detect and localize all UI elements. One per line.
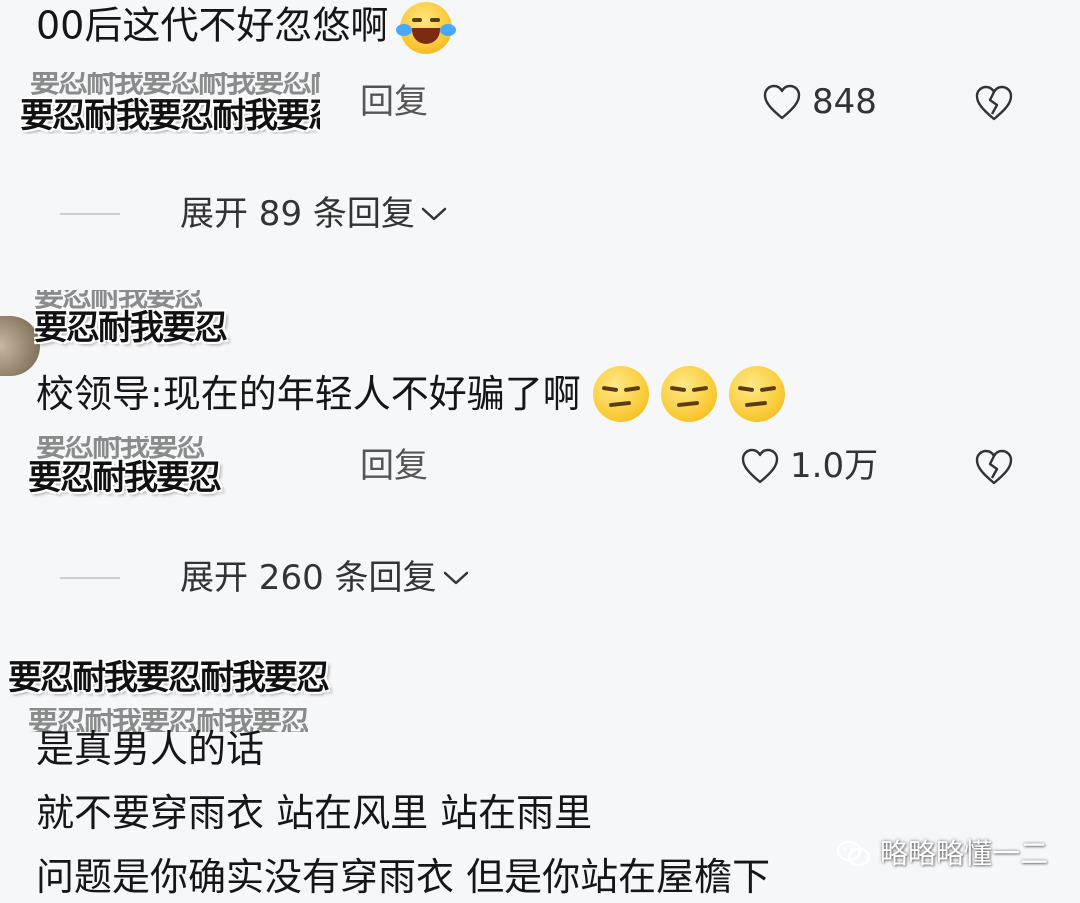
smirk-emoji-icon [592,366,649,422]
comment-1-expand-replies[interactable]: 展开 89 条回复 [60,194,449,234]
comment-1-dislike-broken-heart-icon[interactable] [974,84,1014,122]
comment-2-username-repeat[interactable]: 要忍耐我要忍 要忍耐我要忍 [28,436,328,498]
username-sticker: 要忍耐我要忍 [34,308,228,348]
comment-1-body: 00后这代不好忽悠啊 [36,3,389,48]
comment-2-body: 校领导:现在的年轻人不好骗了啊 [36,372,581,416]
comment-1-username[interactable]: 要忍耐我要忍耐我要忍耐 要忍耐我要忍耐我要忍耐 [20,72,320,134]
watermark: 略略略懂一二 [836,838,1048,870]
expand-replies-label: 展开 260 条回复 [180,558,437,598]
heart-icon [741,448,779,484]
wechat-icon [836,840,871,867]
expand-divider [60,213,120,215]
comment-2-username[interactable]: 要忍耐我要忍 要忍耐我要忍 [34,290,280,354]
comment-1-like-button[interactable]: 848 [762,82,877,122]
heart-icon [763,84,801,120]
comment-1-like-count: 848 [812,82,877,122]
watermark-text: 略略略懂一二 [880,837,1049,870]
comment-3-line-1: 是真男人的话 [36,727,265,771]
comment-2-expand-replies[interactable]: 展开 260 条回复 [60,558,471,598]
smirk-emoji-icon [660,366,717,422]
username-sticker: 要忍耐我要忍耐我要忍耐 [20,96,320,134]
comment-1-text: 00后这代不好忽悠啊 [36,2,457,54]
comment-2-text: 校领导:现在的年轻人不好骗了啊 [36,366,785,422]
expand-replies-label: 展开 89 条回复 [180,194,415,234]
comment-2-like-count: 1.0万 [790,446,879,486]
comment-2-dislike-broken-heart-icon[interactable] [974,448,1014,486]
laughing-tears-emoji-icon [396,2,457,54]
username-ghost-line: 要忍耐我要忍耐我要忍耐 [30,72,320,98]
comment-2-like-button[interactable]: 1.0万 [740,446,878,486]
chevron-down-icon [421,207,447,221]
comment-3-line-3: 问题是你确实没有穿雨衣 但是你站在屋檐下 [36,855,771,899]
comment-2-reply-button[interactable]: 回复 [360,446,428,486]
chevron-down-icon [443,571,468,585]
expand-divider [60,577,120,579]
username-sticker: 要忍耐我要忍耐我要忍 [8,658,330,698]
comment-3-username[interactable]: 要忍耐我要忍耐我要忍 要忍耐我要忍耐我要忍 [8,652,438,732]
smirk-emoji-icon [728,366,785,422]
comment-1-reply-button[interactable]: 回复 [360,82,428,122]
comment-3-line-2: 就不要穿雨衣 站在风里 站在雨里 [36,791,593,835]
username-sticker: 要忍耐我要忍 [28,458,222,498]
